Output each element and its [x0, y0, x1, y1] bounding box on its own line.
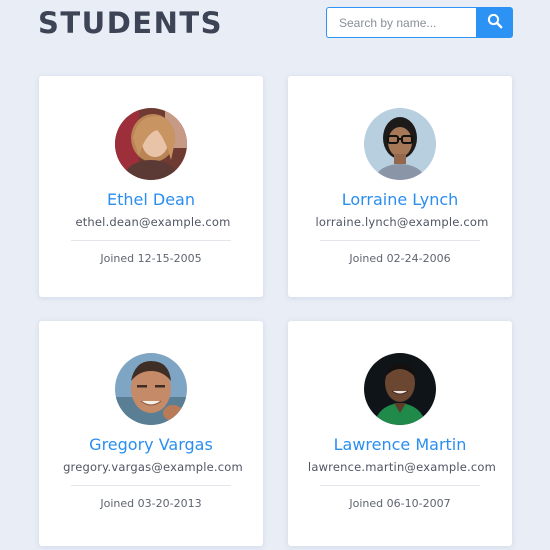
student-email: lorraine.lynch@example.com	[315, 215, 489, 229]
joined-date: Joined 06-10-2007	[349, 497, 451, 510]
search-button[interactable]	[476, 7, 513, 38]
student-email: gregory.vargas@example.com	[63, 460, 243, 474]
divider	[71, 485, 231, 486]
search-box	[326, 7, 513, 38]
student-name[interactable]: Gregory Vargas	[39, 435, 263, 454]
joined-date: Joined 02-24-2006	[349, 252, 451, 265]
divider	[320, 485, 480, 486]
joined-date: Joined 03-20-2013	[100, 497, 202, 510]
joined-date: Joined 12-15-2005	[100, 252, 202, 265]
avatar	[364, 353, 436, 425]
student-name[interactable]: Ethel Dean	[39, 190, 263, 209]
divider	[71, 240, 231, 241]
avatar	[364, 108, 436, 180]
page-title: STUDENTS	[38, 6, 224, 40]
search-input[interactable]	[326, 7, 476, 38]
student-email: ethel.dean@example.com	[75, 215, 231, 229]
avatar	[115, 353, 187, 425]
student-name[interactable]: Lawrence Martin	[288, 435, 512, 454]
student-name[interactable]: Lorraine Lynch	[288, 190, 512, 209]
student-card[interactable]: Gregory Vargas gregory.vargas@example.co…	[39, 321, 263, 546]
avatar	[115, 108, 187, 180]
student-email: lawrence.martin@example.com	[307, 460, 497, 474]
student-card[interactable]: Lawrence Martin lawrence.martin@example.…	[288, 321, 512, 546]
divider	[320, 240, 480, 241]
student-card[interactable]: Ethel Dean ethel.dean@example.com Joined…	[39, 76, 263, 297]
student-card[interactable]: Lorraine Lynch lorraine.lynch@example.co…	[288, 76, 512, 297]
search-icon	[487, 13, 503, 32]
